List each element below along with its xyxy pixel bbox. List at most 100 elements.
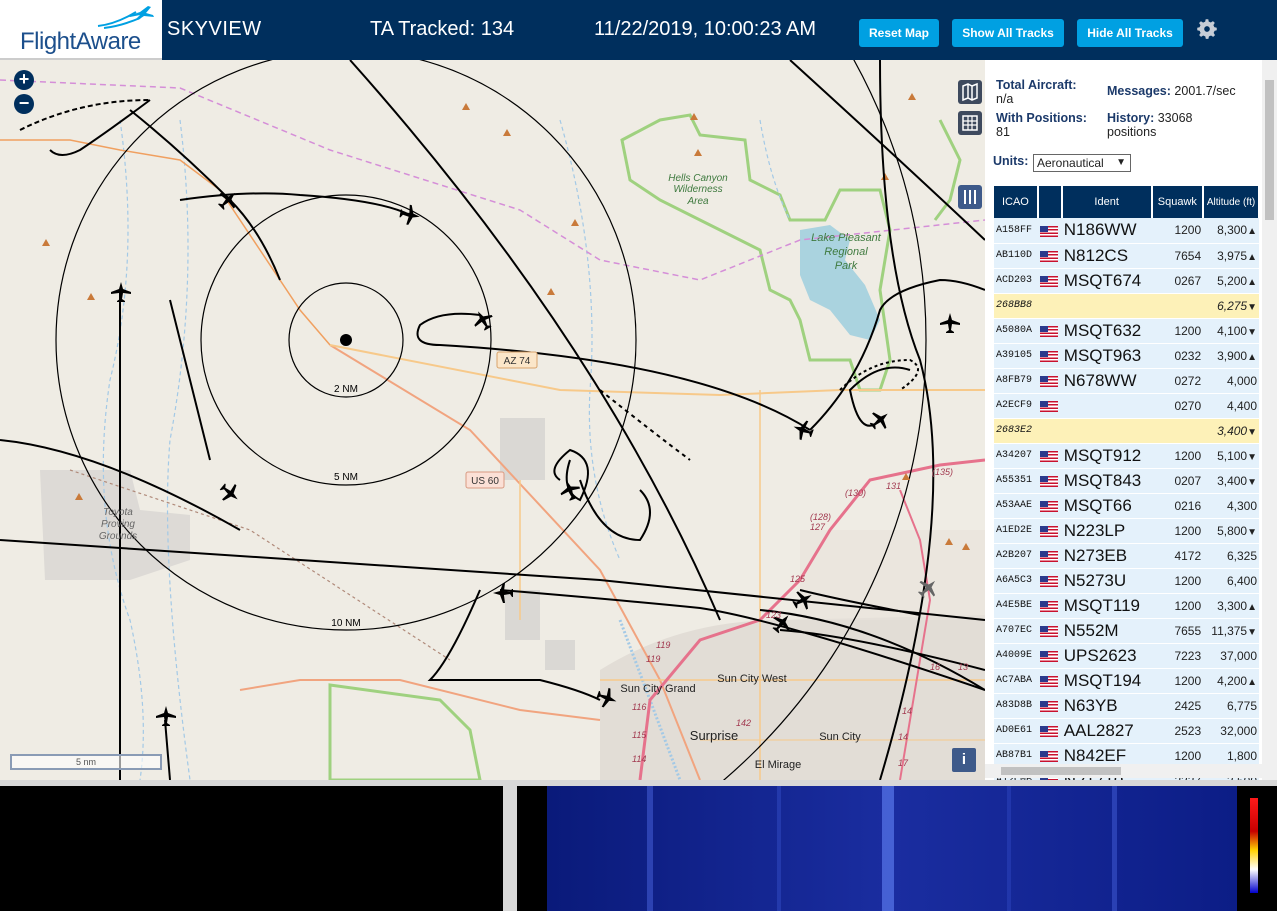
table-row[interactable]: A5080A MSQT632 1200 4,100▼ [994, 318, 1259, 344]
video-panel [0, 786, 503, 911]
scale-bar: 5 nm [10, 754, 162, 770]
reset-map-button[interactable]: Reset Map [859, 19, 939, 47]
units-select[interactable]: Aeronautical ▼ [1033, 154, 1131, 172]
proving-label: Proving [101, 519, 135, 530]
sidebar-horizontal-scrollbar[interactable] [985, 764, 1262, 778]
table-row[interactable]: A55351 MSQT843 0207 3,400▼ [994, 468, 1259, 494]
zoom-in-button[interactable]: + [14, 70, 34, 90]
az74-label: AZ 74 [504, 356, 531, 367]
col-altitude[interactable]: Altitude (ft) [1203, 186, 1260, 218]
ident-cell [1061, 293, 1152, 319]
map-view[interactable]: AZ 74 US 60 2 NM 5 NM 10 NM Hells Canyon… [0, 60, 985, 780]
table-row[interactable]: A2ECF9 0270 4,400 [994, 393, 1259, 419]
icao-cell: A83D8B [994, 693, 1038, 719]
aircraft-table: ICAO Ident Squawk Altitude (ft) A158FF N1… [994, 186, 1260, 780]
altitude-value: 32,000 [1220, 723, 1257, 738]
ident-cell [1061, 418, 1152, 444]
messages-stat: Messages: 2001.7/sec [1107, 84, 1236, 98]
scrollbar-thumb[interactable] [1265, 80, 1274, 220]
us-flag-icon [1039, 475, 1058, 487]
with-positions-label: With Positions: [996, 111, 1087, 125]
squawk-cell: 1200 [1151, 443, 1204, 469]
ident-cell: N5273U [1061, 568, 1152, 594]
flag-cell [1037, 218, 1062, 244]
el-mirage-label: El Mirage [755, 759, 801, 771]
altitude-value: 11,375 [1211, 623, 1248, 638]
altitude-cell: 4,300 [1203, 493, 1259, 519]
road-number: 114 [632, 754, 646, 764]
table-row[interactable]: ACD203 MSQT674 0267 5,200▲ [994, 268, 1259, 294]
grid-button[interactable] [958, 111, 982, 135]
map-canvas[interactable]: AZ 74 US 60 2 NM 5 NM 10 NM Hells Canyon… [0, 60, 985, 780]
col-flag[interactable] [1037, 186, 1063, 218]
table-row[interactable]: A6A5C3 N5273U 1200 6,400 [994, 568, 1259, 594]
col-ident[interactable]: Ident [1061, 186, 1153, 218]
ident-cell: N223LP [1061, 518, 1152, 544]
icao-cell: A6A5C3 [994, 568, 1038, 594]
total-aircraft-label: Total Aircraft: [996, 78, 1077, 92]
table-row[interactable]: AC7ABA MSQT194 1200 4,200▲ [994, 668, 1259, 694]
altitude-value: 6,400 [1226, 573, 1257, 588]
sidebar-vertical-scrollbar[interactable] [1262, 60, 1277, 780]
us-flag-icon [1039, 500, 1058, 512]
table-row[interactable]: AB110D N812CS 7654 3,975▲ [994, 243, 1259, 269]
table-row[interactable]: AD0E61 AAL2827 2523 32,000 [994, 718, 1259, 744]
sidebar-toggle-button[interactable] [958, 185, 982, 209]
squawk-cell: 0267 [1151, 268, 1204, 294]
table-row[interactable]: A34207 MSQT912 1200 5,100▼ [994, 443, 1259, 469]
messages-value: 2001.7/sec [1174, 84, 1236, 98]
table-row[interactable]: A707EC N552M 7655 11,375▼ [994, 618, 1259, 644]
altitude-cell: 4,200▲ [1203, 668, 1259, 694]
gear-icon[interactable] [1194, 16, 1220, 42]
table-row[interactable]: A1ED2E N223LP 1200 5,800▼ [994, 518, 1259, 544]
us-flag-icon [1039, 275, 1058, 287]
table-row[interactable]: A158FF N186WW 1200 8,300▲ [994, 218, 1259, 244]
grid-icon [962, 115, 978, 131]
table-row[interactable]: A39105 MSQT963 0232 3,900▲ [994, 343, 1259, 369]
ident-cell: MSQT194 [1061, 668, 1152, 694]
squawk-cell: 0207 [1151, 468, 1204, 494]
flightaware-logo[interactable]: FlightAware [0, 0, 162, 60]
zoom-out-button[interactable]: − [14, 94, 34, 114]
icao-cell: ACD203 [994, 268, 1038, 294]
road-number: 131 [886, 481, 901, 491]
table-row[interactable]: A8FB79 N678WW 0272 4,000 [994, 368, 1259, 394]
flag-cell [1037, 443, 1062, 469]
show-all-tracks-button[interactable]: Show All Tracks [952, 19, 1064, 47]
flag-cell [1037, 693, 1062, 719]
altitude-cell: 37,000 [1203, 643, 1259, 669]
col-icao[interactable]: ICAO [994, 186, 1039, 218]
squawk-cell: 0232 [1151, 343, 1204, 369]
altitude-value: 4,300 [1226, 498, 1257, 513]
col-squawk[interactable]: Squawk [1151, 186, 1205, 218]
area-label: Area [686, 196, 709, 207]
map-layers-button[interactable] [958, 80, 982, 104]
tracked-count: TA Tracked: 134 [370, 18, 515, 40]
ring-5nm-label: 5 NM [334, 472, 358, 483]
squawk-cell: 1200 [1151, 318, 1204, 344]
table-row[interactable]: A4E5BE MSQT119 1200 3,300▲ [994, 593, 1259, 619]
flag-cell [1037, 518, 1062, 544]
history-label: History: [1107, 111, 1155, 125]
table-row[interactable]: 268BB8 6,275▼ [994, 293, 1259, 319]
table-row[interactable]: A53AAE MSQT66 0216 4,300 [994, 493, 1259, 519]
info-button[interactable]: i [952, 748, 976, 772]
units-value: Aeronautical [1037, 156, 1104, 170]
table-row[interactable]: A2B207 N273EB 4172 6,325 [994, 543, 1259, 569]
flag-cell [1037, 418, 1062, 444]
us-flag-icon [1039, 750, 1058, 762]
road-number: 115 [632, 730, 647, 740]
table-row[interactable]: A4009E UPS2623 7223 37,000 [994, 643, 1259, 669]
icao-cell: A5080A [994, 318, 1038, 344]
altitude-trend-icon: ▼ [1247, 326, 1257, 338]
flag-cell [1037, 318, 1062, 344]
altitude-cell: 4,400 [1203, 393, 1259, 419]
flag-cell [1037, 368, 1062, 394]
altitude-value: 5,200 [1217, 273, 1248, 288]
history-value: 33068 [1157, 111, 1193, 125]
scrollbar-thumb[interactable] [1001, 767, 1121, 775]
table-row[interactable]: A83D8B N63YB 2425 6,775 [994, 693, 1259, 719]
table-row[interactable]: 2683E2 3,400▼ [994, 418, 1259, 444]
ident-cell: AAL2827 [1061, 718, 1152, 744]
hide-all-tracks-button[interactable]: Hide All Tracks [1077, 19, 1183, 47]
